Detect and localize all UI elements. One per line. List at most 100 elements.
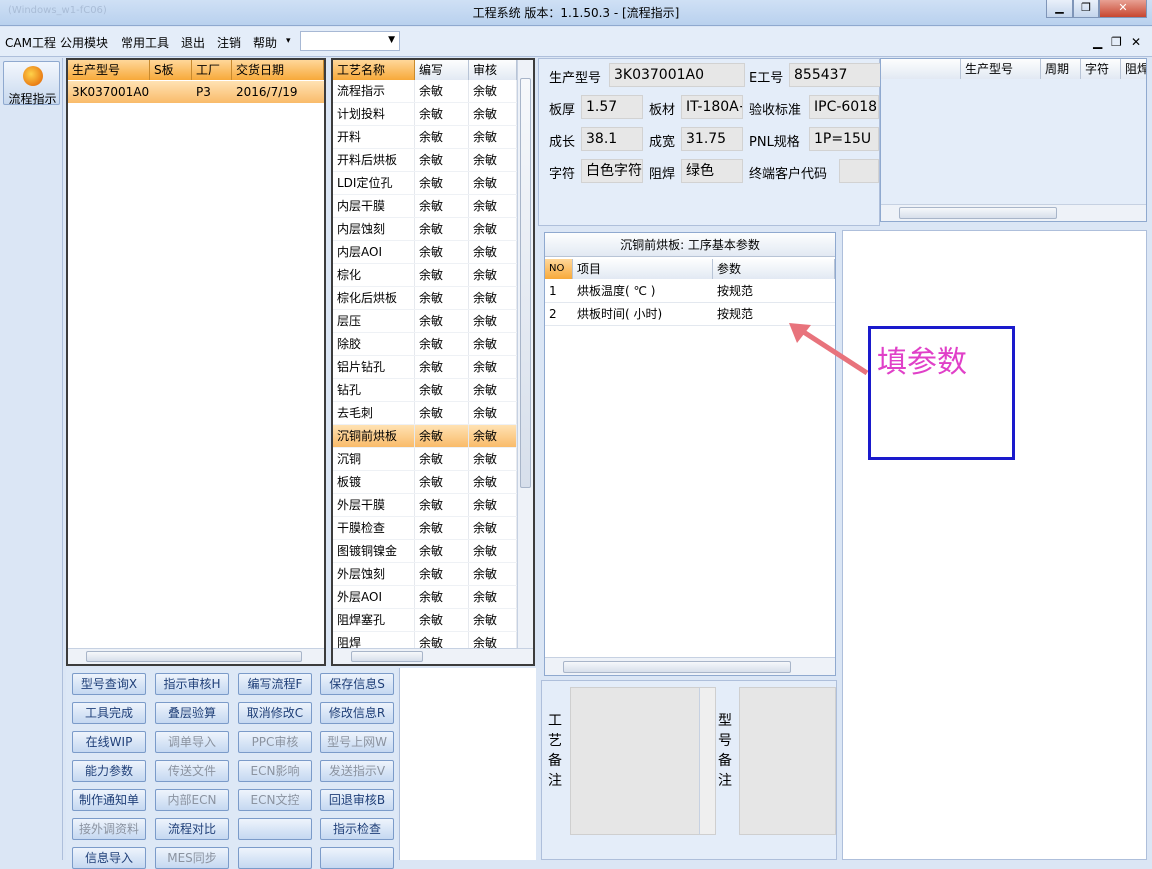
scroll-thumb[interactable]: [86, 651, 302, 662]
table-row[interactable]: 棕化 余敏 余敏: [333, 264, 517, 287]
action-button-25[interactable]: 信息导入: [72, 847, 146, 869]
action-button-15[interactable]: ECN影响: [238, 760, 312, 782]
mask-value[interactable]: 绿色: [681, 159, 743, 183]
close-button[interactable]: ✕: [1099, 0, 1147, 18]
table-row[interactable]: 铝片钻孔 余敏 余敏: [333, 356, 517, 379]
action-button-9[interactable]: 在线WIP: [72, 731, 146, 753]
table-row[interactable]: 层压 余敏 余敏: [333, 310, 517, 333]
table-row[interactable]: LDI定位孔 余敏 余敏: [333, 172, 517, 195]
action-button-12[interactable]: 型号上网W: [320, 731, 394, 753]
action-button-19[interactable]: ECN文控: [238, 789, 312, 811]
table-row[interactable]: 干膜检查 余敏 余敏: [333, 517, 517, 540]
thickness-value[interactable]: 1.57: [581, 95, 643, 119]
param-header-param[interactable]: 参数: [713, 259, 835, 279]
menu-public-module[interactable]: 公用模块: [60, 34, 108, 51]
menu-cam[interactable]: CAM工程: [5, 34, 56, 51]
right-header-model[interactable]: 生产型号: [961, 59, 1041, 79]
mdi-close-icon[interactable]: ✕: [1131, 35, 1141, 49]
action-button-14[interactable]: 传送文件: [155, 760, 229, 782]
scroll-thumb[interactable]: [351, 651, 423, 662]
table-row[interactable]: 开料后烘板 余敏 余敏: [333, 149, 517, 172]
action-button-28[interactable]: [320, 847, 394, 869]
action-button-11[interactable]: PPC审核: [238, 731, 312, 753]
process-notes-field[interactable]: [570, 687, 716, 835]
menu-common-tools[interactable]: 常用工具: [121, 34, 169, 51]
notes-vertical-scrollbar[interactable]: [699, 688, 715, 834]
table-row[interactable]: 沉铜前烘板 余敏 余敏: [333, 425, 517, 448]
table-row[interactable]: 开料 余敏 余敏: [333, 126, 517, 149]
flow-indication-button[interactable]: 流程指示: [3, 61, 60, 106]
length-value[interactable]: 38.1: [581, 127, 643, 151]
char-value[interactable]: 白色字符: [581, 159, 643, 183]
action-button-27[interactable]: [238, 847, 312, 869]
table-row[interactable]: 棕化后烘板 余敏 余敏: [333, 287, 517, 310]
job-horizontal-scrollbar[interactable]: [68, 648, 324, 664]
table-row[interactable]: 内层AOI 余敏 余敏: [333, 241, 517, 264]
action-button-26[interactable]: MES同步: [155, 847, 229, 869]
action-button-4[interactable]: 保存信息S: [320, 673, 394, 695]
action-button-18[interactable]: 内部ECN: [155, 789, 229, 811]
right-horizontal-scrollbar[interactable]: [881, 204, 1146, 221]
action-button-5[interactable]: 工具完成: [72, 702, 146, 724]
table-row[interactable]: 阻焊塞孔 余敏 余敏: [333, 609, 517, 632]
table-row[interactable]: 除胶 余敏 余敏: [333, 333, 517, 356]
table-row[interactable]: 外层干膜 余敏 余敏: [333, 494, 517, 517]
action-button-2[interactable]: 指示审核H: [155, 673, 229, 695]
action-button-22[interactable]: 流程对比: [155, 818, 229, 840]
scroll-thumb[interactable]: [899, 207, 1057, 219]
process-header-name[interactable]: 工艺名称: [333, 60, 415, 80]
table-row[interactable]: 沉铜 余敏 余敏: [333, 448, 517, 471]
model-value[interactable]: 3K037001A0: [609, 63, 745, 87]
action-button-21[interactable]: 接外调资料: [72, 818, 146, 840]
param-header-item[interactable]: 项目: [573, 259, 713, 279]
table-row[interactable]: 钻孔 余敏 余敏: [333, 379, 517, 402]
table-row[interactable]: 计划投料 余敏 余敏: [333, 103, 517, 126]
scroll-thumb[interactable]: [520, 78, 531, 488]
mdi-minimize-icon[interactable]: ▁: [1093, 35, 1102, 49]
action-button-17[interactable]: 制作通知单: [72, 789, 146, 811]
menu-logout[interactable]: 注销: [217, 34, 241, 51]
action-button-23[interactable]: [238, 818, 312, 840]
customer-value[interactable]: [839, 159, 879, 183]
right-header-cycle[interactable]: 周期: [1041, 59, 1081, 79]
menu-overflow-icon[interactable]: ▾: [286, 36, 291, 46]
job-header-date[interactable]: 交货日期: [232, 60, 324, 80]
table-row[interactable]: 去毛刺 余敏 余敏: [333, 402, 517, 425]
table-row[interactable]: 3K037001A0 P3 2016/7/19: [68, 81, 324, 103]
material-value[interactable]: IT-180A+: [681, 95, 743, 119]
action-button-3[interactable]: 编写流程F: [238, 673, 312, 695]
standard-value[interactable]: IPC-6018: [809, 95, 879, 119]
scroll-thumb[interactable]: [563, 661, 791, 673]
mdi-restore-icon[interactable]: ❐: [1111, 35, 1122, 49]
table-row[interactable]: 外层蚀刻 余敏 余敏: [333, 563, 517, 586]
menu-exit[interactable]: 退出: [181, 34, 205, 51]
right-header-mask[interactable]: 阻焊: [1121, 59, 1146, 79]
width-value[interactable]: 31.75: [681, 127, 743, 151]
table-row[interactable]: 1 烘板温度( ℃ ) 按规范: [545, 280, 835, 303]
action-button-6[interactable]: 叠层验算: [155, 702, 229, 724]
action-button-16[interactable]: 发送指示V: [320, 760, 394, 782]
process-horizontal-scrollbar[interactable]: [333, 648, 533, 664]
action-button-13[interactable]: 能力参数: [72, 760, 146, 782]
table-row[interactable]: 流程指示 余敏 余敏: [333, 80, 517, 103]
action-button-1[interactable]: 型号查询X: [72, 673, 146, 695]
right-header-char[interactable]: 字符: [1081, 59, 1121, 79]
menu-combo-box[interactable]: ▼: [300, 31, 400, 51]
job-header-factory[interactable]: 工厂: [192, 60, 232, 80]
param-value-cell[interactable]: 按规范: [713, 280, 835, 302]
job-header-model[interactable]: 生产型号: [68, 60, 150, 80]
action-button-8[interactable]: 修改信息R: [320, 702, 394, 724]
action-button-10[interactable]: 调单导入: [155, 731, 229, 753]
menu-help[interactable]: 帮助: [253, 34, 277, 51]
action-button-24[interactable]: 指示检查: [320, 818, 394, 840]
table-row[interactable]: 板镀 余敏 余敏: [333, 471, 517, 494]
job-header-s[interactable]: S板: [150, 60, 192, 80]
table-row[interactable]: 内层蚀刻 余敏 余敏: [333, 218, 517, 241]
action-button-20[interactable]: 回退审核B: [320, 789, 394, 811]
table-row[interactable]: 外层AOI 余敏 余敏: [333, 586, 517, 609]
minimize-button[interactable]: ▁: [1046, 0, 1073, 18]
param-horizontal-scrollbar[interactable]: [545, 657, 835, 675]
action-button-7[interactable]: 取消修改C: [238, 702, 312, 724]
maximize-button[interactable]: ❐: [1073, 0, 1099, 18]
param-header-no[interactable]: NO: [545, 259, 573, 279]
